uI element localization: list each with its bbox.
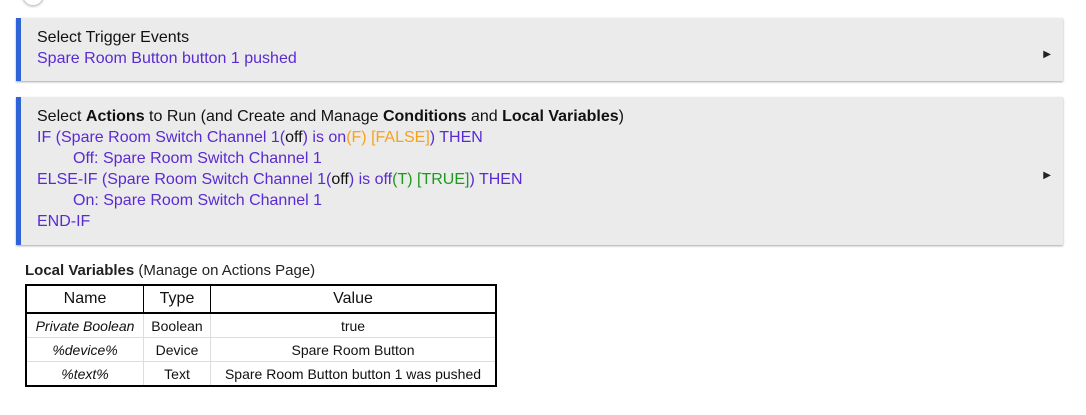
triangle-right-icon: ▶ [1043, 49, 1051, 60]
if-line: IF (Spare Room Switch Channel 1(off) is … [37, 129, 483, 146]
table-row: %text% Text Spare Room Button button 1 was… [25, 361, 497, 387]
triangle-right-icon: ▶ [1043, 170, 1051, 181]
header-type: Type [143, 284, 211, 314]
var-name: %device% [25, 337, 144, 362]
var-name: %text% [25, 361, 144, 387]
elseif-line: ELSE-IF (Spare Room Switch Channel 1(off… [37, 171, 523, 188]
local-variables-table: Name Type Value Private Boolean Boolean true… [25, 284, 497, 387]
var-value: Spare Room Button [210, 337, 497, 362]
select-actions-panel[interactable]: Select Actions to Run (and Create and Ma… [16, 97, 1063, 245]
var-type: Text [143, 361, 211, 387]
table-row: %device% Device Spare Room Button [25, 337, 497, 362]
radio-button[interactable] [22, 0, 44, 6]
var-value: true [210, 312, 497, 338]
trigger-summary: Spare Room Button button 1 pushed [37, 50, 297, 67]
panel-title: Select Actions to Run (and Create and Ma… [37, 108, 624, 125]
var-name: Private Boolean [25, 312, 144, 338]
table-row: Private Boolean Boolean true [25, 312, 497, 338]
header-value: Value [210, 284, 497, 314]
header-name: Name [25, 284, 144, 314]
panel-title: Select Trigger Events [37, 29, 190, 46]
var-type: Device [143, 337, 211, 362]
if-action: Off: Spare Room Switch Channel 1 [73, 150, 322, 167]
table-header-row: Name Type Value [25, 284, 497, 314]
var-type: Boolean [143, 312, 211, 338]
select-trigger-events-panel[interactable]: Select Trigger Events Spare Room Button … [16, 18, 1063, 81]
endif-line: END-IF [37, 213, 91, 230]
local-variables-title: Local Variables (Manage on Actions Page) [25, 262, 316, 279]
elseif-action: On: Spare Room Switch Channel 1 [73, 192, 323, 209]
var-value: Spare Room Button button 1 was pushed [210, 361, 497, 387]
